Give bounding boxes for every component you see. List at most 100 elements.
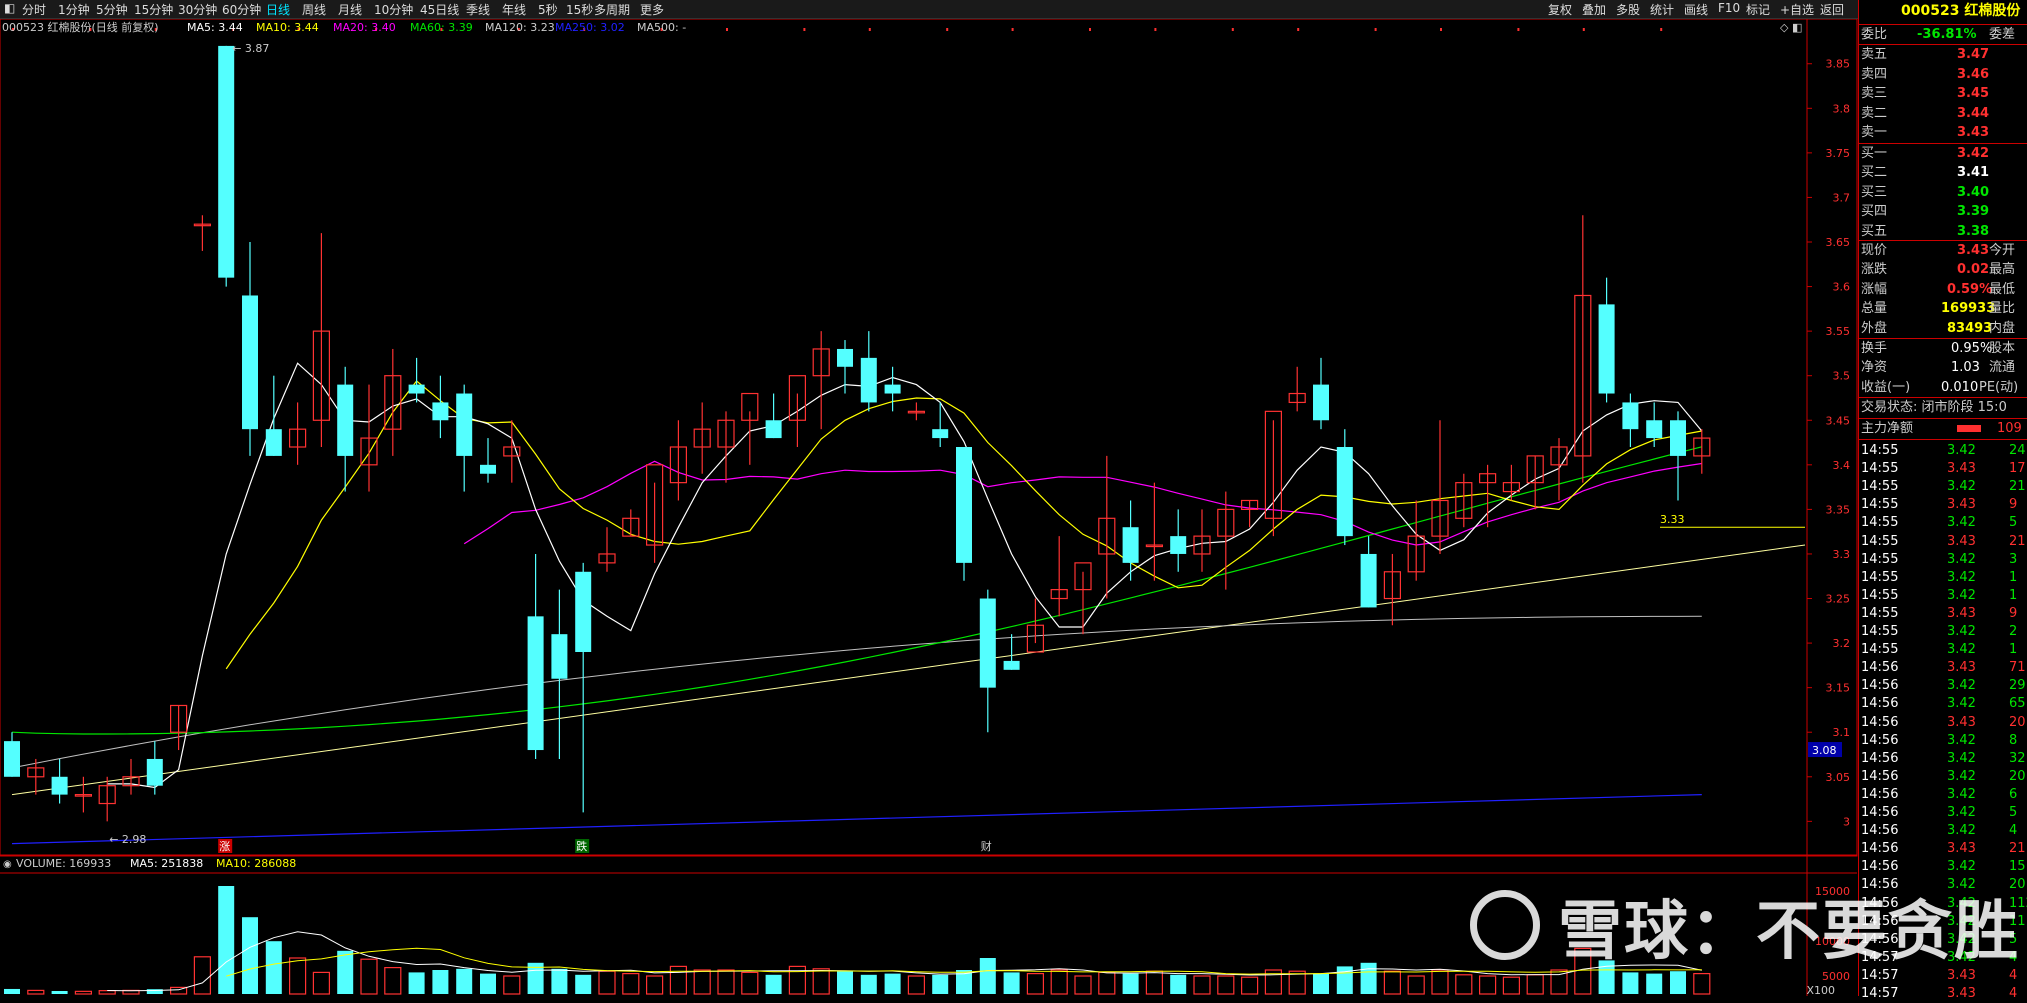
candle-body [408,384,425,394]
fund-row: 净资 1.03 流通 [1859,358,2027,377]
menu-icon[interactable]: ◧ [4,1,15,15]
low-annotation: ← 2.98 [109,833,146,846]
tick-row: 14:56 3.42 29 [1859,676,2027,695]
candle-body [1598,304,1615,394]
buy-label: 买二 [1861,165,1888,181]
tick-row: 14:55 3.43 21 [1859,532,2027,551]
y-tick-label: 3.35 [1826,503,1851,516]
event-marker [1582,28,1585,31]
sell-row: 卖四 3.46 [1859,65,2027,84]
period-tab-3[interactable]: 15分钟 [134,1,173,18]
period-tab-10[interactable]: 45日线 [420,1,459,18]
high-annotation: ← 3.87 [232,42,269,55]
period-tab-4[interactable]: 30分钟 [178,1,217,18]
weibi-row: 委比 -36.81% 委差 [1859,25,2027,44]
volume-bar [837,971,853,994]
volume-bar [503,975,521,995]
volume-bar [1383,970,1402,995]
period-tab-5[interactable]: 60分钟 [222,1,261,18]
stat-label-2: 最低 [1989,281,2016,297]
y-tick-label: 3.2 [1833,637,1851,650]
period-tab-8[interactable]: 月线 [338,1,362,18]
period-tab-0[interactable]: 分时 [22,1,46,18]
toolbar-button-3[interactable]: 统计 [1650,1,1674,18]
volume-bar [860,974,877,994]
toolbar-button-0[interactable]: 复权 [1548,1,1572,18]
event-marker [1517,28,1520,31]
candle-body [932,429,949,439]
stat-label-2: 内盘 [1989,320,2016,336]
period-tab-7[interactable]: 周线 [302,1,326,18]
trade-status-row: 交易状态: 闭市阶段 15:0 [1859,398,2027,417]
stat-row: 涨幅 0.59% 最低 [1859,280,2027,299]
candle-body [1670,420,1686,456]
weibi-label: 委比 [1861,27,1888,42]
period-tab-12[interactable]: 年线 [502,1,526,18]
sell-row: 卖一 3.43 [1859,123,2027,142]
stat-row: 现价 3.43 今开 [1859,241,2027,260]
chart-tools-icon: ◇ ◧ [1780,21,1802,34]
period-tab-1[interactable]: 1分钟 [58,1,90,18]
period-tab-16[interactable]: 更多 [640,1,664,18]
period-tab-6[interactable]: 日线 [266,1,290,18]
divider [1859,439,2027,440]
candle-body [765,420,782,439]
volume-bar [1193,975,1211,995]
candle-body [337,384,354,456]
tick-price: 3.43 [1947,714,1976,730]
volume-bar [979,958,996,994]
chart-area[interactable]: 3 3.05 3.1 3.15 3.2 3.25 3.3 3.35 3.4 3.45 3.5 3.55… [0,18,1858,997]
toolbar-button-5[interactable]: F10 [1718,1,1740,15]
tick-price: 3.42 [1947,443,1976,458]
volume-bar [1407,975,1425,995]
tick-price: 3.43 [1947,461,1976,477]
period-tab-14[interactable]: 15秒 [566,1,593,18]
y-tick-label: 3.25 [1826,593,1851,606]
volume-bar [432,970,449,994]
kline-chart[interactable]: 3 3.05 3.1 3.15 3.2 3.25 3.3 3.35 3.4 3.45 3.5 3.55… [0,18,1858,997]
period-tab-13[interactable]: 5秒 [538,1,558,18]
tick-price: 3.42 [1947,551,1976,567]
fund-label: 换手 [1861,341,1888,356]
fund-value: 0.95% [1951,341,1993,356]
toolbar-button-7[interactable]: +自选 [1780,1,1814,18]
volume-bar [1670,971,1686,994]
volume-ma10-legend: MA10: 286088 [216,857,296,870]
toolbar-button-8[interactable]: 返回 [1820,1,1844,18]
period-tab-15[interactable]: 多周期 [594,1,630,18]
event-marker [1011,28,1014,31]
buy-price: 3.38 [1957,223,1990,239]
tick-volume: 32 [2009,750,2026,766]
tick-time: 14:56 [1861,714,1899,730]
tick-row: 14:55 3.42 2 [1859,622,2027,641]
fund-value: 1.03 [1951,360,1980,376]
tick-time: 14:56 [1861,696,1899,712]
toolbar-button-2[interactable]: 多股 [1616,1,1640,18]
tick-time: 14:55 [1861,587,1899,603]
volume-bar [1646,973,1663,994]
tick-time: 14:56 [1861,786,1899,802]
candle-body [480,464,496,474]
tick-time: 14:57 [1861,986,1899,1001]
sell-label: 卖一 [1861,125,1888,141]
candle-body [527,616,544,751]
volume-bar [884,973,901,994]
volume-bar [1003,972,1020,994]
main-flow-row: 主力净额 109 [1859,419,2027,438]
period-tab-9[interactable]: 10分钟 [374,1,413,18]
volume-bar [932,974,949,994]
volume-bar [1050,969,1068,995]
tick-price: 3.43 [1947,986,1976,1001]
candle-body [1646,420,1663,439]
vol-unit-label: X100 [1806,984,1835,996]
toolbar-button-4[interactable]: 画线 [1684,1,1708,18]
period-tab-2[interactable]: 5分钟 [96,1,128,18]
toolbar-button-1[interactable]: 叠加 [1582,1,1606,18]
tick-volume: 5 [2009,515,2018,531]
sell-price: 3.47 [1957,47,1990,62]
candle-body [146,758,163,786]
period-tab-11[interactable]: 季线 [466,1,490,18]
volume-bar [575,974,592,994]
volume-bar [1074,975,1092,995]
toolbar-button-6[interactable]: 标记 [1746,1,1770,18]
